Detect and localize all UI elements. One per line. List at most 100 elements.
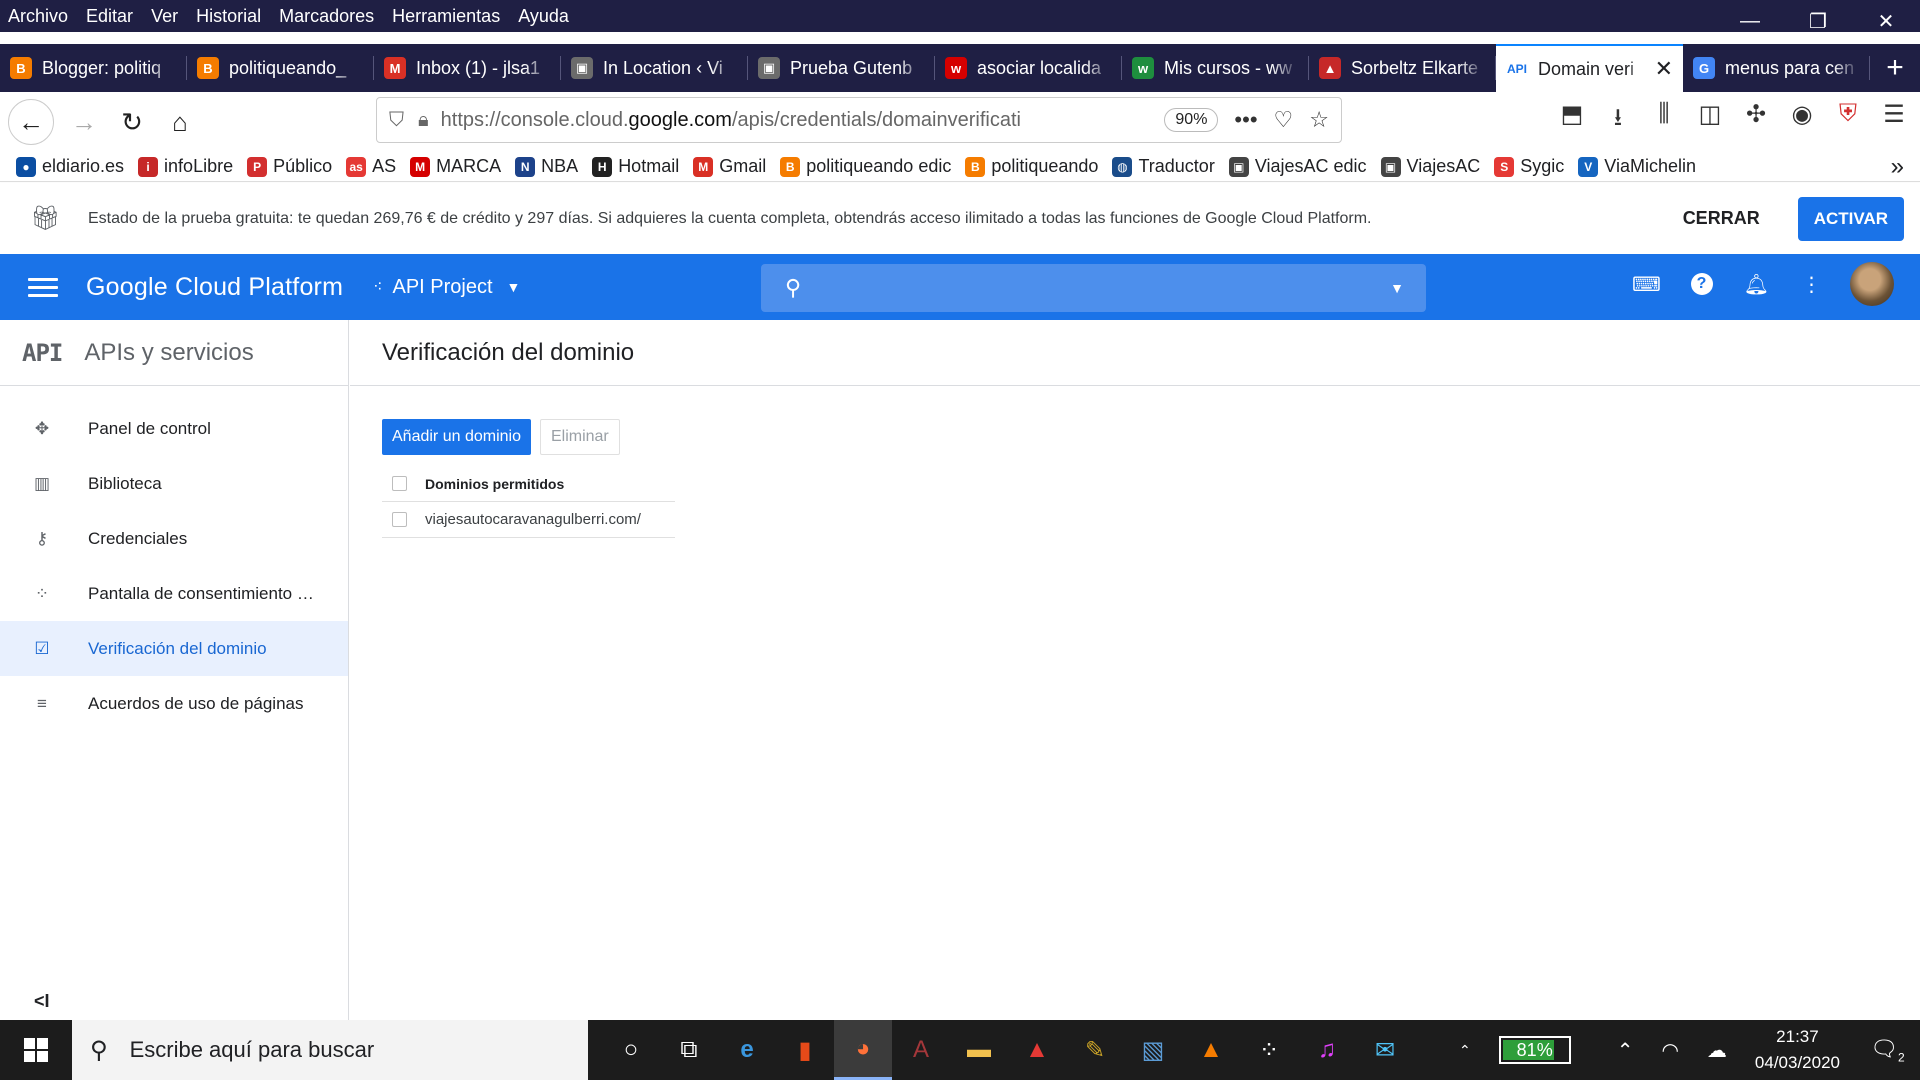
- tab[interactable]: ▣ Prueba Gutenb: [748, 44, 935, 92]
- clock[interactable]: 21:37 04/03/2020: [1755, 1024, 1840, 1076]
- table-row[interactable]: viajesautocaravanagulberri.com/: [382, 502, 675, 538]
- snipping-tool-icon[interactable]: ▧: [1124, 1020, 1182, 1080]
- bookmark-item[interactable]: S Sygic: [1494, 156, 1564, 177]
- tab[interactable]: Bpolitiqueando_: [187, 44, 374, 92]
- bookmark-item[interactable]: M Gmail: [693, 156, 766, 177]
- account-icon[interactable]: ◉: [1786, 100, 1818, 141]
- menu-item[interactable]: Archivo: [0, 6, 77, 27]
- bookmark-item[interactable]: N NBA: [515, 156, 578, 177]
- search-bar[interactable]: ⚲ ▼: [761, 264, 1426, 312]
- bookmark-item[interactable]: ● eldiario.es: [16, 156, 124, 177]
- bookmark-item[interactable]: M MARCA: [410, 156, 501, 177]
- tab[interactable]: B Blogger: politiq: [0, 44, 187, 92]
- help-icon[interactable]: ?: [1685, 268, 1718, 301]
- reload-icon[interactable]: ↻: [110, 100, 154, 144]
- tab[interactable]: Gmenus para cen: [1683, 44, 1870, 92]
- sidebar-item[interactable]: ⚷ Credenciales: [0, 511, 348, 566]
- bookmark-star-icon[interactable]: ☆: [1309, 107, 1329, 133]
- minimize-icon[interactable]: —: [1716, 0, 1784, 42]
- battery-indicator[interactable]: 81%: [1498, 1036, 1571, 1064]
- new-tab-icon[interactable]: +: [1870, 44, 1920, 92]
- tab[interactable]: w Mis cursos - ww: [1122, 44, 1309, 92]
- library-icon[interactable]: ⫼: [1648, 100, 1680, 141]
- tab[interactable]: ▣ In Location ‹ Vi: [561, 44, 748, 92]
- forward-arrow-icon[interactable]: →: [62, 100, 106, 144]
- product-title[interactable]: Google Cloud Platform: [86, 273, 343, 302]
- avatar[interactable]: [1850, 262, 1894, 306]
- adblock-shield-icon[interactable]: ⛨: [1832, 100, 1864, 141]
- bookmark-item[interactable]: Bpolitiqueando edic: [780, 156, 951, 177]
- sidebar-item[interactable]: ⁘ Pantalla de consentimiento …: [0, 566, 348, 621]
- firefox-icon[interactable]: ◕: [834, 1020, 892, 1080]
- collapse-sidebar-icon[interactable]: <I: [34, 991, 50, 1012]
- tab[interactable]: ▲ Sorbeltz Elkarte: [1309, 44, 1496, 92]
- row-checkbox[interactable]: [392, 512, 407, 527]
- tab-active[interactable]: API Domain veri ✕: [1496, 44, 1683, 92]
- paint-icon[interactable]: ✎: [1066, 1020, 1124, 1080]
- bookmark-item[interactable]: H Hotmail: [592, 156, 679, 177]
- dismiss-button[interactable]: CERRAR: [1683, 208, 1760, 229]
- bookmark-item[interactable]: V ViaMichelin: [1578, 156, 1696, 177]
- menu-item[interactable]: Ver: [142, 6, 187, 27]
- tab[interactable]: w asociar localida: [935, 44, 1122, 92]
- menu-item[interactable]: Editar: [77, 6, 142, 27]
- add-domain-button[interactable]: Añadir un dominio: [382, 419, 531, 455]
- url-text[interactable]: https://console.cloud.google.com/apis/cr…: [441, 109, 1165, 132]
- zoom-level-badge[interactable]: 90%: [1164, 108, 1219, 132]
- bookmark-item[interactable]: ▣ ViajesAC edic: [1228, 156, 1367, 177]
- office-icon[interactable]: ▮: [776, 1020, 834, 1080]
- extensions-icon[interactable]: ✣: [1740, 100, 1772, 141]
- itunes-icon[interactable]: ♫: [1298, 1020, 1356, 1080]
- restore-icon[interactable]: ❐: [1784, 0, 1852, 42]
- sidebar-item[interactable]: ☑ Verificación del dominio: [0, 621, 348, 676]
- nav-menu-icon[interactable]: [28, 277, 58, 297]
- bookmark-item[interactable]: Bpolitiqueando: [965, 156, 1098, 177]
- lock-icon[interactable]: 🔒︎: [418, 109, 429, 132]
- onedrive-icon[interactable]: ☁: [1707, 1038, 1727, 1063]
- sidebar-item[interactable]: ▥ Biblioteca: [0, 456, 348, 511]
- address-bar[interactable]: ⛉ 🔒︎ https://console.cloud.google.com/ap…: [376, 97, 1342, 143]
- project-selector[interactable]: ⁖ API Project ▼: [373, 276, 520, 299]
- show-hidden-icons-icon[interactable]: ⌃: [1617, 1038, 1634, 1063]
- sidebar-item[interactable]: ✥ Panel de control: [0, 401, 348, 456]
- vlc-icon[interactable]: ▲: [1182, 1020, 1240, 1080]
- cloud-shell-icon[interactable]: ⌨: [1630, 268, 1663, 301]
- download-icon[interactable]: ⭳: [1602, 100, 1634, 141]
- edge-icon[interactable]: e: [718, 1020, 776, 1080]
- shield-icon[interactable]: ⛉: [389, 109, 404, 132]
- wifi-icon[interactable]: ◠: [1661, 1038, 1678, 1063]
- bookmark-item[interactable]: as AS: [346, 156, 396, 177]
- notifications-bell-icon[interactable]: 🔔︎: [1740, 268, 1773, 301]
- more-vert-icon[interactable]: ⋮: [1795, 268, 1828, 301]
- back-arrow-icon[interactable]: ←: [8, 99, 54, 145]
- taskbar-search[interactable]: ⚲ Escribe aquí para buscar: [72, 1020, 588, 1080]
- select-all-checkbox[interactable]: [392, 476, 407, 491]
- menu-item[interactable]: Herramientas: [383, 6, 509, 27]
- menu-item[interactable]: Historial: [187, 6, 270, 27]
- file-explorer-icon[interactable]: ▬: [950, 1020, 1008, 1080]
- action-center-icon[interactable]: 🗨︎2: [1870, 1036, 1910, 1064]
- mail-icon[interactable]: ✉: [1356, 1020, 1414, 1080]
- search-dropdown-icon[interactable]: ▼: [1390, 280, 1404, 296]
- cortana-icon[interactable]: ○: [602, 1020, 660, 1080]
- chevron-more-icon[interactable]: »: [1891, 153, 1904, 181]
- acrobat-icon[interactable]: ▲: [1008, 1020, 1066, 1080]
- access-icon[interactable]: A: [892, 1020, 950, 1080]
- close-icon[interactable]: ✕: [1852, 0, 1920, 42]
- tidal-icon[interactable]: ⁘: [1240, 1020, 1298, 1080]
- bookmark-item[interactable]: ◍ Traductor: [1112, 156, 1215, 177]
- activate-button[interactable]: ACTIVAR: [1797, 196, 1904, 241]
- tray-scroll-icon[interactable]: ⌃: [1459, 1042, 1471, 1059]
- task-view-icon[interactable]: ⧉: [660, 1020, 718, 1080]
- hamburger-menu-icon[interactable]: ☰: [1878, 100, 1910, 141]
- pocket-icon[interactable]: ♡: [1274, 107, 1294, 133]
- menu-item[interactable]: Marcadores: [270, 6, 383, 27]
- menu-item[interactable]: Ayuda: [509, 6, 578, 27]
- sidebar-item[interactable]: ≡ Acuerdos de uso de páginas: [0, 676, 348, 731]
- tab[interactable]: M Inbox (1) - jlsa1: [374, 44, 561, 92]
- bookmark-item[interactable]: i infoLibre: [138, 156, 233, 177]
- home-icon[interactable]: ⌂: [158, 100, 202, 144]
- start-button[interactable]: [0, 1020, 72, 1080]
- bookmark-item[interactable]: ▣ ViajesAC: [1380, 156, 1480, 177]
- bookmark-tray-icon[interactable]: ⬒: [1556, 100, 1588, 141]
